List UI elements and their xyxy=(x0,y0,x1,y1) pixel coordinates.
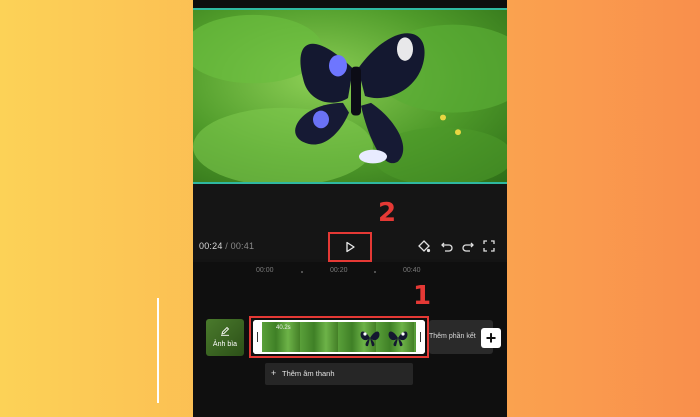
keyframe-icon xyxy=(418,240,431,253)
audio-plus-icon: + xyxy=(271,368,277,378)
player-controls: 00:24 / 00:41 xyxy=(193,232,507,262)
time-readout: 00:24 / 00:41 xyxy=(199,241,254,251)
time-ruler: 00:00 00:20 00:40 xyxy=(193,267,507,277)
ruler-label: 00:40 xyxy=(403,267,421,274)
time-separator: / xyxy=(225,241,228,251)
video-preview[interactable] xyxy=(193,8,507,184)
total-time: 00:41 xyxy=(230,241,255,251)
add-ending-label: Thêm phần kết xyxy=(429,333,476,340)
keyframe-button[interactable] xyxy=(417,239,431,253)
ruler-label: 00:00 xyxy=(256,267,274,274)
edit-icon xyxy=(221,326,230,336)
phone-screen: 00:24 / 00:41 00:00 00:20 00:40 Ảnh bìa … xyxy=(193,0,507,417)
plus-icon: + xyxy=(485,328,497,348)
fullscreen-icon xyxy=(483,240,495,252)
status-bar xyxy=(193,0,507,8)
add-clip-button[interactable]: + xyxy=(481,328,501,348)
undo-icon xyxy=(441,242,453,252)
current-time: 00:24 xyxy=(199,241,223,251)
playhead[interactable] xyxy=(157,298,159,403)
callout-number-clip: 1 xyxy=(413,281,432,311)
play-button[interactable] xyxy=(328,232,372,262)
redo-button[interactable] xyxy=(461,239,475,253)
timeline[interactable]: 00:00 00:20 00:40 Ảnh bìa 40.2s Thêm phầ… xyxy=(193,262,507,417)
cover-thumbnail-button[interactable]: Ảnh bìa xyxy=(206,319,244,356)
play-icon xyxy=(346,241,355,253)
butterfly-image xyxy=(193,14,507,182)
cover-label: Ảnh bìa xyxy=(212,341,238,348)
fullscreen-button[interactable] xyxy=(482,239,496,253)
undo-button[interactable] xyxy=(440,239,454,253)
ruler-dot xyxy=(301,271,303,273)
add-audio-label: Thêm âm thanh xyxy=(282,369,335,378)
add-audio-button[interactable]: + Thêm âm thanh xyxy=(265,363,413,385)
redo-icon xyxy=(462,242,474,252)
callout-number-play: 2 xyxy=(378,198,397,228)
ruler-label: 00:20 xyxy=(330,267,348,274)
clip-highlight-box xyxy=(249,316,429,358)
ruler-dot xyxy=(374,271,376,273)
